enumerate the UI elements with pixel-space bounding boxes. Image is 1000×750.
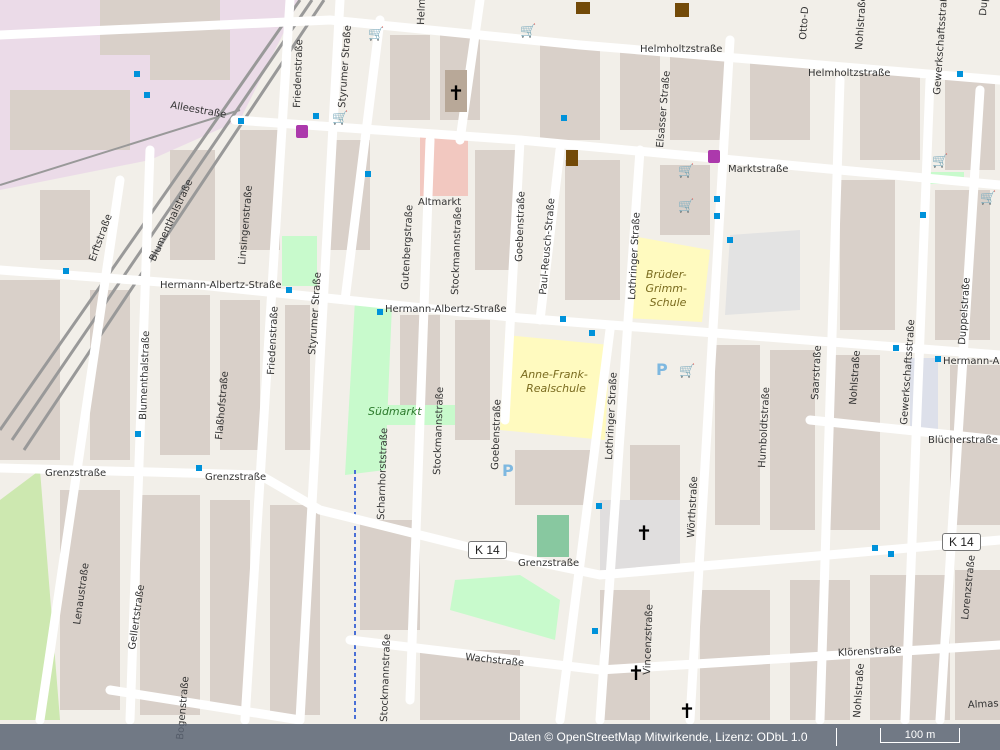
street-label-hermann-albertz: Hermann-Albertz-Straße <box>385 304 507 315</box>
poi-label-brueder-grimm-schule: Brüder- Grimm- Schule <box>645 268 690 309</box>
street-label-nohl: Nohlstraße <box>854 0 869 50</box>
green-area <box>0 470 60 720</box>
poi-label-anne-frank-realschule: Anne-Frank- Realschule <box>520 368 592 395</box>
svg-text:🛒: 🛒 <box>980 190 996 206</box>
cinema-icon[interactable] <box>675 3 689 17</box>
church-icon[interactable]: ✝ <box>628 661 645 685</box>
street-label-blumenthal: Blumenthalstraße <box>138 331 152 421</box>
svg-text:✝: ✝ <box>636 521 653 545</box>
library-icon[interactable] <box>576 2 590 14</box>
street-label-nohl: Nohlstraße <box>852 663 867 718</box>
shopping-cart-icon[interactable]: 🛒 <box>368 26 384 42</box>
svg-text:🛒: 🛒 <box>332 110 348 126</box>
svg-text:🛒: 🛒 <box>678 163 694 179</box>
building <box>10 90 130 150</box>
street-label-grenz: Grenzstraße <box>518 558 579 569</box>
svg-text:P: P <box>502 461 514 480</box>
road-ref-k14: K 14 <box>468 541 507 559</box>
street-label-grenz: Grenzstraße <box>205 472 266 483</box>
park <box>450 575 560 640</box>
shopping-cart-icon[interactable]: 🛒 <box>520 23 536 39</box>
street-label-saar: Saarstraße <box>810 345 824 400</box>
svg-text:🛒: 🛒 <box>932 153 948 169</box>
road-ref-k14: K 14 <box>942 533 981 551</box>
svg-text:P: P <box>656 360 668 379</box>
church-icon[interactable]: ✝ <box>445 70 467 112</box>
church-icon[interactable]: ✝ <box>679 699 696 723</box>
poi-label-line: Grimm- <box>645 282 687 295</box>
poi-label-suedmarkt: Südmarkt <box>368 405 422 418</box>
police-icon[interactable] <box>566 150 578 166</box>
street-label-hermann-albertz: Hermann-A <box>943 356 1000 367</box>
street-label-scharnhorst: Scharnhorststraße <box>376 428 390 520</box>
street-label-stockmann: Stockmannstraße <box>432 387 446 475</box>
attribution-bar: Daten © OpenStreetMap Mitwirkende, Lizen… <box>0 724 1000 750</box>
scale-bar: 100 m <box>880 728 960 743</box>
street-label-paul-reusch: Paul-Reusch-Straße <box>538 198 557 296</box>
street-label-altmarkt: Altmarkt <box>418 197 461 208</box>
shopping-cart-icon[interactable]: 🛒 <box>932 153 948 169</box>
street-label-grenz: Grenzstraße <box>45 468 106 479</box>
attribution-text[interactable]: Daten © OpenStreetMap Mitwirkende, Lizen… <box>509 730 808 744</box>
svg-text:✝: ✝ <box>448 81 465 105</box>
svg-text:✝: ✝ <box>628 661 645 685</box>
street-label-helmholtz: Helmholtzstraße <box>640 44 722 55</box>
street-label-almas: Almas <box>968 698 999 711</box>
street-label-blucher: Blücherstraße <box>928 435 998 446</box>
street-label-otto: Otto-D <box>798 6 811 40</box>
poi-label-line: Brüder- <box>646 268 687 281</box>
street-label-duppel: Duppelstraße <box>978 0 994 16</box>
church-icon[interactable]: ✝ <box>636 521 653 545</box>
shopping-cart-icon[interactable]: 🛒 <box>332 110 348 126</box>
street-label-helm: Helm <box>416 0 428 25</box>
street-label-markt: Marktstraße <box>728 164 788 175</box>
street-label-friedens: Friedenstraße <box>292 39 305 108</box>
street-label-friedens: Friedenstraße <box>266 306 281 375</box>
shopping-cart-icon[interactable]: 🛒 <box>679 363 695 379</box>
street-label-goeben: Goebenstraße <box>490 399 503 470</box>
svg-text:🛒: 🛒 <box>368 26 384 42</box>
poi-label-line: Anne-Frank- <box>520 368 588 381</box>
svg-text:🛒: 🛒 <box>679 363 695 379</box>
shopping-cart-icon[interactable]: 🛒 <box>678 198 694 214</box>
poi-label-line: Realschule <box>526 382 586 395</box>
shopping-cart-icon[interactable]: 🛒 <box>678 163 694 179</box>
svg-text:🛒: 🛒 <box>520 23 536 39</box>
map-view[interactable]: Helmholtzstraße Helmholtzstraße Alleestr… <box>0 0 1000 750</box>
street-label-helmholtz: Helmholtzstraße <box>808 68 890 79</box>
poi-label-line: Schule <box>650 296 687 309</box>
svg-text:🛒: 🛒 <box>678 198 694 214</box>
street-label-stockmann: Stockmannstraße <box>379 634 393 722</box>
plaza <box>725 230 800 315</box>
map-canvas[interactable]: Helmholtzstraße Helmholtzstraße Alleestr… <box>0 0 1000 750</box>
shopping-cart-icon[interactable]: 🛒 <box>980 190 996 206</box>
street-label-stockmann: Stockmannstraße <box>450 207 464 295</box>
street-label-gutenberg: Gutenbergstraße <box>400 205 415 291</box>
street-label-hermann-albertz: Hermann-Albertz-Straße <box>160 280 282 291</box>
pitch <box>537 515 569 557</box>
attribution-divider <box>836 728 837 746</box>
street-label-goeben: Goebenstraße <box>514 191 527 262</box>
scale-label: 100 m <box>904 729 936 741</box>
svg-text:✝: ✝ <box>679 699 696 723</box>
